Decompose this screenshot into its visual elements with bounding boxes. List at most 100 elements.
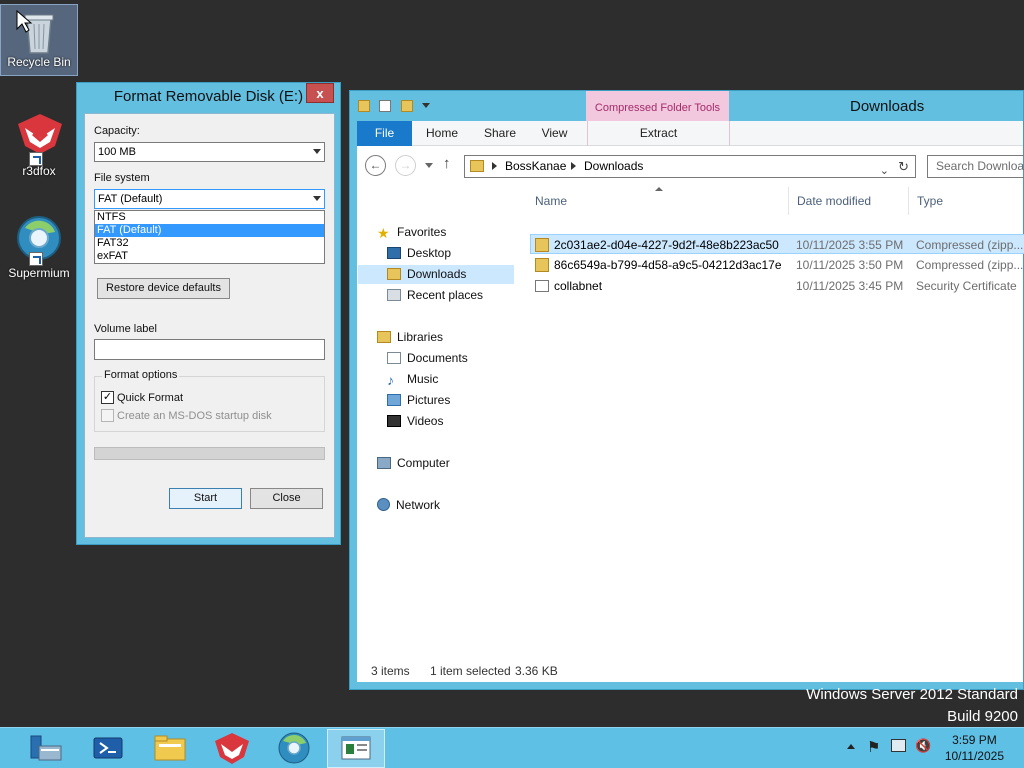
file-explorer-icon	[154, 735, 186, 761]
nav-videos[interactable]: Videos	[387, 412, 443, 431]
recent-locations-icon[interactable]	[425, 163, 433, 168]
tab-home[interactable]: Home	[417, 121, 467, 146]
file-name: 86c6549a-b799-4d58-a9c5-04212d3ac17e	[554, 258, 782, 272]
volume-muted-icon[interactable]: 🔇	[915, 738, 931, 754]
filesystem-option-fat[interactable]: FAT (Default)	[95, 224, 324, 237]
powershell-icon	[93, 737, 123, 759]
nav-music[interactable]: ♪ Music	[387, 370, 438, 389]
search-input[interactable]: Search Downloads	[927, 155, 1024, 178]
address-dropdown-icon[interactable]: ⌄	[880, 161, 889, 182]
taskbar-server-manager[interactable]	[16, 729, 74, 768]
file-name: collabnet	[554, 279, 603, 293]
nav-computer[interactable]: Computer	[377, 454, 450, 473]
file-name: 2c031ae2-d04e-4227-9d2f-48e8b223ac50	[554, 238, 779, 252]
taskbar-supermium[interactable]	[265, 729, 323, 768]
customize-toolbar-icon[interactable]	[422, 103, 431, 109]
file-type: Compressed (zipp...	[916, 258, 1024, 272]
tab-share[interactable]: Share	[475, 121, 525, 146]
format-progress-bar	[94, 447, 325, 460]
format-options-group	[94, 376, 325, 432]
file-date: 10/11/2025 3:45 PM	[796, 279, 904, 293]
filesystem-option-fat32[interactable]: FAT32	[95, 237, 324, 250]
close-icon[interactable]: x	[306, 83, 334, 103]
quick-format-checkbox[interactable]: ✓	[101, 391, 114, 404]
shortcut-arrow-icon	[29, 152, 43, 166]
file-row[interactable]: 86c6549a-b799-4d58-a9c5-04212d3ac17e 10/…	[530, 255, 1024, 275]
r3dfox-icon	[215, 733, 249, 764]
desktop-icon-supermium[interactable]: Supermium	[0, 214, 78, 280]
forward-button[interactable]: →	[395, 155, 416, 176]
show-hidden-icons-icon[interactable]	[847, 744, 855, 749]
column-header-type[interactable]: Type	[909, 187, 1024, 215]
documents-icon	[387, 352, 401, 364]
desktop-icon-r3dfox[interactable]: r3dfox	[0, 112, 78, 178]
nav-desktop[interactable]: Desktop	[387, 244, 451, 263]
restore-defaults-button[interactable]: Restore device defaults	[97, 278, 230, 299]
filesystem-option-exfat[interactable]: exFAT	[95, 250, 324, 263]
recent-places-icon	[387, 289, 401, 301]
folder-icon[interactable]	[358, 99, 370, 112]
explorer-window[interactable]: Compressed Folder Tools Downloads File H…	[349, 90, 1024, 690]
column-header-name[interactable]: Name	[527, 187, 789, 215]
tab-extract[interactable]: Extract	[587, 121, 730, 146]
filesystem-select[interactable]: FAT (Default)	[94, 189, 325, 209]
nav-favorites[interactable]: ★ Favorites	[377, 223, 446, 242]
address-bar[interactable]: BossKanae Downloads ⌄ ↻	[464, 155, 916, 178]
filesystem-option-ntfs[interactable]: NTFS	[95, 211, 324, 224]
taskbar-format-dialog[interactable]	[327, 729, 385, 768]
quick-access-toolbar	[358, 98, 436, 114]
address-row: ← → ↑ BossKanae Downloads ⌄ ↻ Search Dow…	[357, 147, 1024, 184]
file-row[interactable]: collabnet 10/11/2025 3:45 PM Security Ce…	[530, 276, 1024, 296]
file-row[interactable]: 2c031ae2-d04e-4227-9d2f-48e8b223ac50 10/…	[530, 234, 1024, 254]
msdos-startup-checkbox[interactable]	[101, 409, 114, 422]
server-manager-icon	[30, 735, 62, 761]
volume-label-label: Volume label	[94, 323, 157, 335]
close-button[interactable]: Close	[250, 488, 323, 509]
downloads-folder-icon	[387, 268, 401, 280]
breadcrumb-downloads[interactable]: Downloads	[584, 156, 643, 177]
nav-documents[interactable]: Documents	[387, 349, 468, 368]
desktop-icon	[387, 247, 401, 259]
taskbar-r3dfox[interactable]	[203, 729, 261, 768]
nav-pictures[interactable]: Pictures	[387, 391, 450, 410]
nav-network[interactable]: Network	[377, 496, 440, 515]
volume-label-input[interactable]	[94, 339, 325, 360]
start-button[interactable]: Start	[169, 488, 242, 509]
column-header-date[interactable]: Date modified	[789, 187, 909, 215]
nav-recent-places[interactable]: Recent places	[387, 286, 483, 305]
new-folder-icon[interactable]	[400, 99, 413, 112]
back-button[interactable]: ←	[365, 155, 386, 176]
r3dfox-icon	[15, 112, 63, 166]
action-center-flag-icon[interactable]: ⚑	[867, 738, 880, 756]
taskbar-clock[interactable]: 3:59 PM 10/11/2025	[945, 732, 1004, 764]
status-bar: 3 items 1 item selected 3.36 KB	[357, 660, 1023, 682]
recycle-bin-icon	[15, 9, 63, 57]
refresh-icon[interactable]: ↻	[898, 156, 909, 177]
tab-file[interactable]: File	[357, 121, 412, 146]
format-dialog[interactable]: Format Removable Disk (E:) x Capacity: 1…	[76, 82, 341, 545]
desktop-icon-recycle-bin[interactable]: Recycle Bin	[0, 4, 78, 76]
file-type: Compressed (zipp...	[916, 238, 1024, 252]
network-status-icon[interactable]	[891, 739, 906, 752]
breadcrumb-bosskanae[interactable]: BossKanae	[505, 156, 566, 177]
filesystem-label: File system	[94, 172, 150, 184]
shortcut-arrow-icon	[29, 252, 43, 266]
capacity-label: Capacity:	[94, 125, 140, 137]
explorer-body: File Home Share View Extract ← → ↑ BossK…	[357, 121, 1024, 682]
format-options-label: Format options	[102, 369, 180, 381]
music-icon: ♪	[387, 372, 394, 388]
zip-folder-icon	[535, 238, 549, 252]
properties-icon[interactable]	[379, 99, 392, 112]
capacity-select[interactable]: 100 MB	[94, 142, 325, 162]
taskbar-file-explorer[interactable]	[141, 729, 199, 768]
status-selected: 1 item selected	[430, 664, 511, 678]
taskbar-powershell[interactable]	[79, 729, 137, 768]
file-list: Name Date modified Type 2c031ae2-d04e-42…	[517, 187, 1024, 682]
tab-view[interactable]: View	[532, 121, 577, 146]
nav-libraries[interactable]: Libraries	[377, 328, 443, 347]
nav-downloads[interactable]: Downloads	[358, 265, 514, 284]
ribbon: File Home Share View Extract	[357, 121, 1023, 146]
clock-date: 10/11/2025	[944, 749, 1004, 763]
msdos-startup-label: Create an MS-DOS startup disk	[117, 410, 272, 422]
up-button[interactable]: ↑	[443, 155, 451, 172]
